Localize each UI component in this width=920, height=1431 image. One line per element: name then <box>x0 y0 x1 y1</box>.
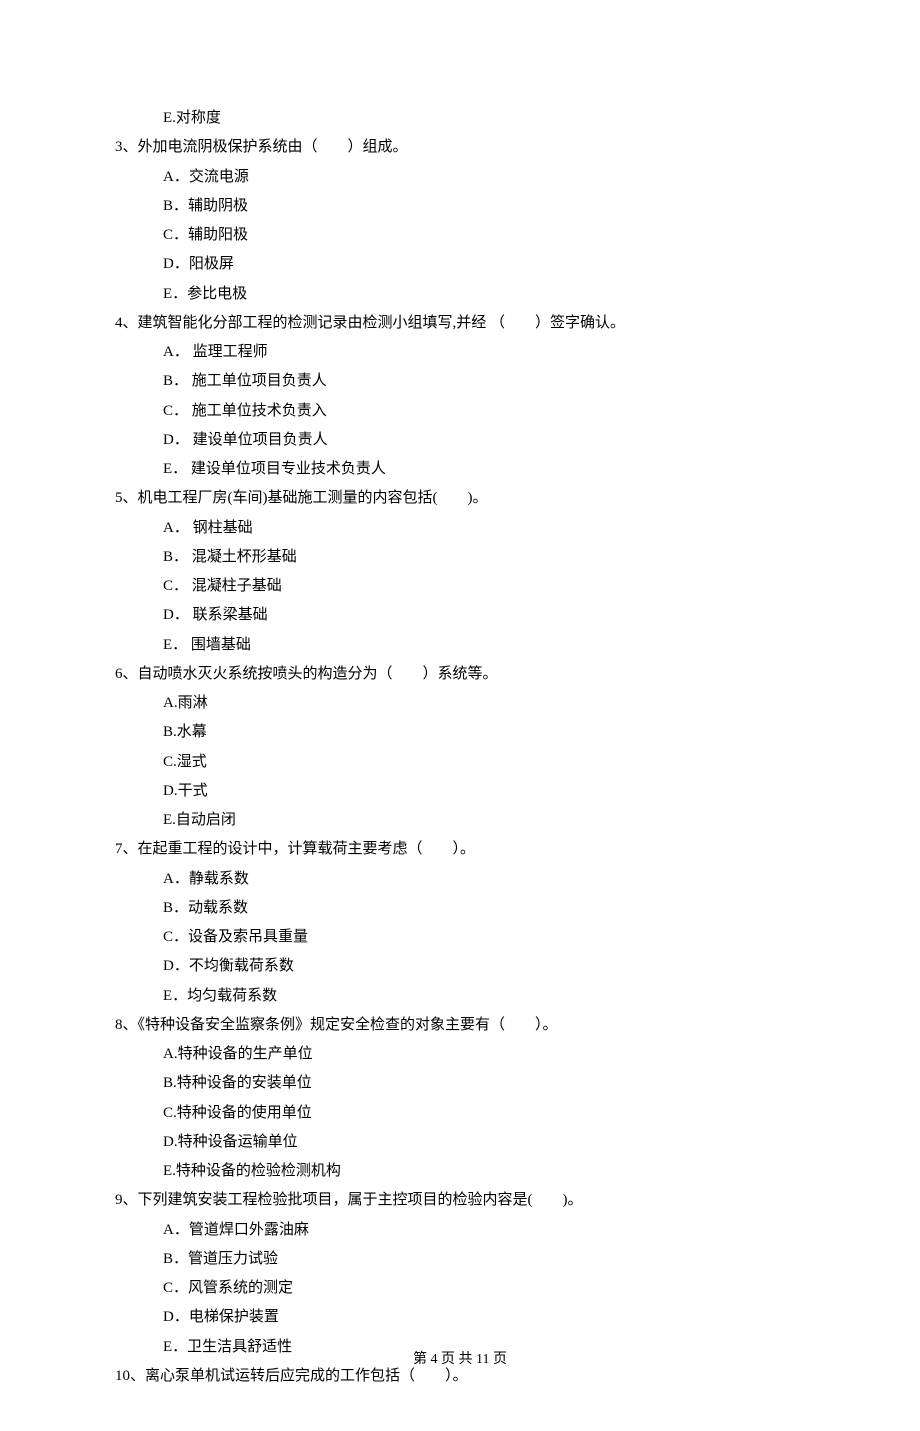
option-list: A．交流电源 B．辅助阴极 C．辅助阳极 D．阳极屏 E．参比电极 <box>115 163 805 309</box>
option-item: A． 钢柱基础 <box>163 514 805 543</box>
option-item: B． 混凝土杯形基础 <box>163 543 805 572</box>
option-item: A.雨淋 <box>163 689 805 718</box>
option-item: D． 建设单位项目负责人 <box>163 426 805 455</box>
option-item: C.湿式 <box>163 748 805 777</box>
question-stem-line: 8、《特种设备安全监察条例》规定安全检查的对象主要有（ ）。 <box>115 1011 805 1040</box>
option-item: C．辅助阳极 <box>163 221 805 250</box>
option-item: E.特种设备的检验检测机构 <box>163 1157 805 1186</box>
option-item: C．设备及索吊具重量 <box>163 923 805 952</box>
question-block: 6、自动喷水灭火系统按喷头的构造分为（ ）系统等。 A.雨淋 B.水幕 C.湿式… <box>115 660 805 836</box>
option-item: D.特种设备运输单位 <box>163 1128 805 1157</box>
option-item: B．管道压力试验 <box>163 1245 805 1274</box>
question-block: 4、建筑智能化分部工程的检测记录由检测小组填写,并经 （ ）签字确认。 A． 监… <box>115 309 805 485</box>
option-text: E.对称度 <box>163 110 221 126</box>
option-list: A． 钢柱基础 B． 混凝土杯形基础 C． 混凝柱子基础 D． 联系梁基础 E．… <box>115 514 805 660</box>
option-item: C.特种设备的使用单位 <box>163 1099 805 1128</box>
question-block: 9、下列建筑安装工程检验批项目，属于主控项目的检验内容是( )。 A．管道焊口外… <box>115 1186 805 1362</box>
option-item: D.干式 <box>163 777 805 806</box>
option-item: C． 施工单位技术负责入 <box>163 397 805 426</box>
question-stem-line: 7、在起重工程的设计中，计算载荷主要考虑（ ）。 <box>115 835 805 864</box>
option-item: E． 围墙基础 <box>163 631 805 660</box>
question-stem-line: 4、建筑智能化分部工程的检测记录由检测小组填写,并经 （ ）签字确认。 <box>115 309 805 338</box>
question-stem-line: 3、外加电流阴极保护系统由（ ）组成。 <box>115 133 805 162</box>
option-list: A.雨淋 B.水幕 C.湿式 D.干式 E.自动启闭 <box>115 689 805 835</box>
option-item: E．均匀载荷系数 <box>163 982 805 1011</box>
question-stem-line: 5、机电工程厂房(车间)基础施工测量的内容包括( )。 <box>115 484 805 513</box>
question-number: 7、 <box>115 841 138 857</box>
option-item: B.特种设备的安装单位 <box>163 1069 805 1098</box>
option-item: C． 混凝柱子基础 <box>163 572 805 601</box>
question-block: 8、《特种设备安全监察条例》规定安全检查的对象主要有（ ）。 A.特种设备的生产… <box>115 1011 805 1187</box>
question-number: 4、 <box>115 315 138 331</box>
question-stem-line: 6、自动喷水灭火系统按喷头的构造分为（ ）系统等。 <box>115 660 805 689</box>
option-item: B．动载系数 <box>163 894 805 923</box>
question-stem: 在起重工程的设计中，计算载荷主要考虑（ ）。 <box>138 841 476 857</box>
option-item: D．不均衡载荷系数 <box>163 952 805 981</box>
question-block: 5、机电工程厂房(车间)基础施工测量的内容包括( )。 A． 钢柱基础 B． 混… <box>115 484 805 660</box>
question-block: 7、在起重工程的设计中，计算载荷主要考虑（ ）。 A．静载系数 B．动载系数 C… <box>115 835 805 1011</box>
option-item: B． 施工单位项目负责人 <box>163 367 805 396</box>
question-number: 6、 <box>115 666 138 682</box>
option-item: E.自动启闭 <box>163 806 805 835</box>
option-list: A.特种设备的生产单位 B.特种设备的安装单位 C.特种设备的使用单位 D.特种… <box>115 1040 805 1186</box>
page-footer: 第 4 页 共 11 页 <box>0 1346 920 1373</box>
option-item: D． 联系梁基础 <box>163 601 805 630</box>
question-stem-line: 9、下列建筑安装工程检验批项目，属于主控项目的检验内容是( )。 <box>115 1186 805 1215</box>
question-stem: 下列建筑安装工程检验批项目，属于主控项目的检验内容是( )。 <box>138 1192 583 1208</box>
question-number: 5、 <box>115 490 138 506</box>
option-item: C．风管系统的测定 <box>163 1274 805 1303</box>
option-item: A．静载系数 <box>163 865 805 894</box>
option-item: A． 监理工程师 <box>163 338 805 367</box>
option-item: E．参比电极 <box>163 280 805 309</box>
option-list: A．管道焊口外露油麻 B．管道压力试验 C．风管系统的测定 D．电梯保护装置 E… <box>115 1216 805 1362</box>
option-list: A． 监理工程师 B． 施工单位项目负责人 C． 施工单位技术负责入 D． 建设… <box>115 338 805 484</box>
option-item: B．辅助阴极 <box>163 192 805 221</box>
option-list: A．静载系数 B．动载系数 C．设备及索吊具重量 D．不均衡载荷系数 E．均匀载… <box>115 865 805 1011</box>
option-item: E． 建设单位项目专业技术负责人 <box>163 455 805 484</box>
question-block: 3、外加电流阴极保护系统由（ ）组成。 A．交流电源 B．辅助阴极 C．辅助阳极… <box>115 133 805 309</box>
option-item: D．电梯保护装置 <box>163 1303 805 1332</box>
page-number: 第 4 页 共 11 页 <box>413 1352 507 1367</box>
trailing-option: E.对称度 <box>115 104 805 133</box>
question-stem: 机电工程厂房(车间)基础施工测量的内容包括( )。 <box>138 490 488 506</box>
question-stem: 《特种设备安全监察条例》规定安全检查的对象主要有（ ）。 <box>138 1017 558 1033</box>
option-item: A．交流电源 <box>163 163 805 192</box>
question-number: 9、 <box>115 1192 138 1208</box>
option-item: B.水幕 <box>163 718 805 747</box>
question-stem: 外加电流阴极保护系统由（ ）组成。 <box>138 139 408 155</box>
option-item: A．管道焊口外露油麻 <box>163 1216 805 1245</box>
option-item: A.特种设备的生产单位 <box>163 1040 805 1069</box>
option-item: D．阳极屏 <box>163 250 805 279</box>
question-stem: 自动喷水灭火系统按喷头的构造分为（ ）系统等。 <box>138 666 498 682</box>
document-page: E.对称度 3、外加电流阴极保护系统由（ ）组成。 A．交流电源 B．辅助阴极 … <box>0 0 920 1431</box>
question-number: 8、 <box>115 1017 138 1033</box>
question-stem: 建筑智能化分部工程的检测记录由检测小组填写,并经 （ ）签字确认。 <box>138 315 626 331</box>
question-number: 3、 <box>115 139 138 155</box>
